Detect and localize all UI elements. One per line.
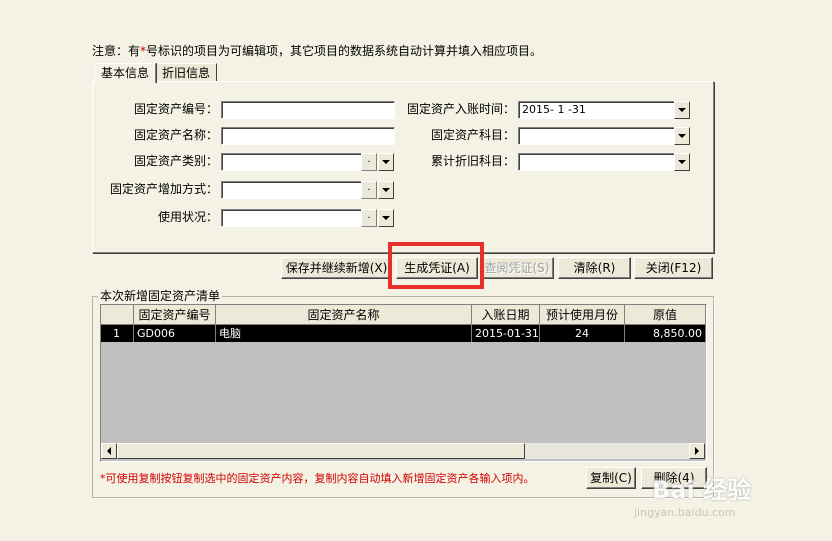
asset-name-label: 固定资产名称： (133, 128, 218, 142)
asset-category-label: 固定资产类别： (133, 154, 218, 168)
chevron-down-icon (382, 216, 390, 220)
asset-name-input[interactable] (221, 127, 395, 145)
notice-text: 注意：有*号标识的项目为可编辑项，其它项目的数据系统自动计算并填入相应项目。 (92, 42, 542, 59)
asset-category-input[interactable] (221, 153, 362, 171)
highlight-box (388, 242, 484, 289)
tab-depreciation-info[interactable]: 折旧信息 (155, 63, 218, 82)
entry-date-input[interactable]: 2015- 1 -31 (518, 101, 677, 119)
row-value: 8,850.00 (625, 325, 706, 342)
scroll-left-button[interactable] (101, 443, 117, 459)
review-voucher-button: 查阅凭证(S) (480, 257, 554, 279)
entry-date-label: 固定资产入账时间： (406, 102, 515, 116)
asset-category-browse-button[interactable]: . (361, 153, 377, 171)
col-header-name[interactable]: 固定资产名称 (216, 305, 472, 325)
row-date: 2015-01-31 (472, 325, 540, 342)
depr-account-label: 累计折旧科目： (430, 154, 515, 168)
chevron-down-icon (382, 160, 390, 164)
notice-prefix: 注意：有 (92, 44, 141, 58)
asset-account-dropdown-button[interactable] (674, 127, 690, 145)
chevron-down-icon (678, 134, 686, 138)
col-header-value[interactable]: 原值 (625, 305, 706, 325)
arrow-left-icon (107, 447, 111, 455)
add-method-browse-button[interactable]: . (361, 181, 377, 199)
arrow-right-icon (695, 447, 699, 455)
asset-category-dropdown-button[interactable] (378, 153, 394, 171)
asset-code-input[interactable] (221, 101, 395, 119)
scroll-thumb[interactable] (117, 443, 525, 459)
row-months: 24 (540, 325, 625, 342)
row-code: GD006 (134, 325, 216, 342)
copy-button[interactable]: 复制(C) (586, 467, 636, 489)
asset-list-title: 本次新增固定资产清单 (98, 287, 223, 304)
col-header-index (101, 305, 134, 325)
watermark-logo: Bai 经验 (652, 476, 752, 504)
asset-list-table[interactable]: 固定资产编号 固定资产名称 入账日期 预计使用月份 原值 1 GD006 电脑 … (100, 304, 707, 462)
usage-status-input[interactable] (221, 209, 362, 227)
save-continue-button[interactable]: 保存并继续新增(X) (281, 257, 392, 279)
add-method-label: 固定资产增加方式： (109, 182, 218, 196)
row-name: 电脑 (216, 325, 472, 342)
chevron-down-icon (382, 188, 390, 192)
close-button[interactable]: 关闭(F12) (634, 257, 713, 279)
usage-status-browse-button[interactable]: . (361, 209, 377, 227)
clear-button[interactable]: 清除(R) (558, 257, 631, 279)
horizontal-scrollbar[interactable] (101, 443, 705, 459)
asset-account-label: 固定资产科目： (430, 128, 515, 142)
add-method-dropdown-button[interactable] (378, 181, 394, 199)
asset-code-label: 固定资产编号： (133, 102, 218, 116)
copy-hint-text: *可使用复制按钮复制选中的固定资产内容，复制内容自动填入新增固定资产各输入项内。 (100, 472, 535, 485)
col-header-code[interactable]: 固定资产编号 (134, 305, 216, 325)
depr-account-input[interactable] (518, 153, 677, 171)
notice-suffix: 号标识的项目为可编辑项，其它项目的数据系统自动计算并填入相应项目。 (146, 44, 543, 58)
chevron-down-icon (678, 108, 686, 112)
add-method-input[interactable] (221, 181, 362, 199)
depr-account-dropdown-button[interactable] (674, 153, 690, 171)
row-index: 1 (101, 325, 134, 342)
entry-date-dropdown-button[interactable] (674, 101, 690, 119)
watermark-url: jingyan.baidu.com (634, 506, 736, 519)
usage-status-dropdown-button[interactable] (378, 209, 394, 227)
scroll-right-button[interactable] (689, 443, 705, 459)
tab-basic-info[interactable]: 基本信息 (94, 63, 157, 83)
chevron-down-icon (678, 160, 686, 164)
asset-account-input[interactable] (518, 127, 677, 145)
col-header-date[interactable]: 入账日期 (472, 305, 540, 325)
col-header-months[interactable]: 预计使用月份 (540, 305, 625, 325)
usage-status-label: 使用状况： (157, 210, 218, 224)
